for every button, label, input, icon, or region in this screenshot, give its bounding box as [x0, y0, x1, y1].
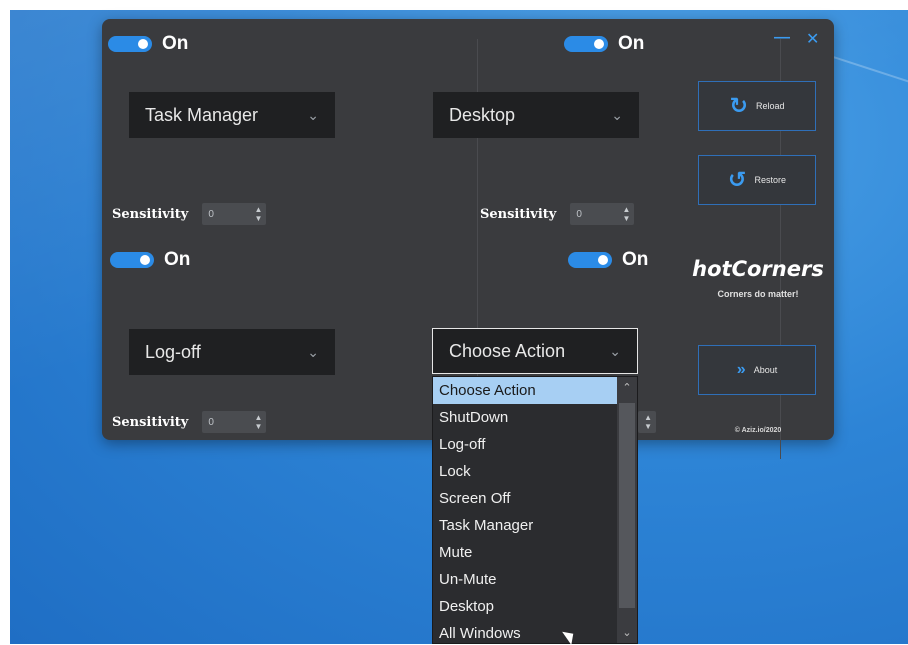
scrollbar-thumb[interactable]: [619, 403, 635, 608]
dropdown-value: Log-off: [145, 341, 201, 362]
toggle-bottom-left[interactable]: On: [110, 249, 190, 271]
dropdown-value: Desktop: [449, 104, 516, 125]
toggle-label: On: [622, 249, 649, 270]
list-item[interactable]: Mute: [433, 539, 617, 566]
restore-label: Restore: [754, 175, 786, 185]
switch-icon[interactable]: [568, 252, 612, 268]
minimize-button[interactable]: —: [774, 29, 790, 47]
switch-icon[interactable]: [564, 36, 608, 52]
copyright-text: © Aziz.io/2020: [734, 427, 782, 434]
action-dropdown-bottom-right[interactable]: Choose Action ⌄: [432, 328, 638, 374]
list-item[interactable]: Choose Action: [433, 377, 617, 404]
restore-button[interactable]: ↺ Restore: [698, 155, 816, 205]
dropdown-value: Choose Action: [449, 340, 566, 361]
close-button[interactable]: ✕: [806, 29, 819, 49]
stepper-value: 0: [208, 416, 214, 428]
chevron-down-icon[interactable]: ⌄: [617, 626, 637, 639]
switch-icon[interactable]: [110, 252, 154, 268]
action-dropdown-top-left[interactable]: Task Manager ⌄: [129, 92, 335, 138]
stepper-value: 0: [208, 208, 214, 220]
toggle-bottom-right[interactable]: On: [568, 249, 648, 271]
stepper-arrows-icon[interactable]: ▲ ▼: [254, 413, 262, 431]
app-title: hotCorners: [692, 257, 824, 281]
reload-button[interactable]: ↻ Reload: [698, 81, 816, 131]
list-item[interactable]: All Windows: [433, 620, 617, 643]
sensitivity-bottom-left: Sensitivity 0 ▲ ▼: [112, 411, 267, 433]
sensitivity-top-right: Sensitivity 0 ▲ ▼: [480, 203, 635, 225]
list-item[interactable]: Un-Mute: [433, 566, 617, 593]
sensitivity-label: Sensitivity: [112, 206, 189, 222]
sensitivity-label: Sensitivity: [480, 206, 557, 222]
sensitivity-stepper-partial[interactable]: ▲ ▼: [638, 411, 656, 433]
double-chevron-right-icon: »: [736, 361, 746, 378]
dropdown-value: Task Manager: [145, 104, 259, 125]
toggle-label: On: [618, 33, 645, 54]
chevron-down-icon: ⌄: [611, 106, 623, 123]
reload-icon: ↻: [729, 93, 748, 118]
chevron-down-icon: ⌄: [307, 106, 319, 123]
toggle-label: On: [164, 249, 191, 270]
stepper-arrows-icon[interactable]: ▲ ▼: [622, 205, 630, 223]
list-item[interactable]: Log-off: [433, 431, 617, 458]
stepper-value: 0: [576, 208, 582, 220]
switch-icon[interactable]: [108, 36, 152, 52]
chevron-down-icon: ⌄: [307, 343, 319, 360]
sensitivity-stepper[interactable]: 0 ▲ ▼: [570, 203, 635, 225]
action-dropdown-bottom-left[interactable]: Log-off ⌄: [129, 329, 335, 375]
list-item[interactable]: Screen Off: [433, 485, 617, 512]
about-label: About: [753, 365, 778, 375]
toggle-top-right[interactable]: On: [564, 33, 644, 55]
sensitivity-label: Sensitivity: [112, 414, 189, 430]
sensitivity-stepper[interactable]: 0 ▲ ▼: [202, 203, 267, 225]
chevron-down-icon: ⌄: [609, 342, 621, 359]
reload-label: Reload: [755, 101, 785, 111]
action-dropdown-top-right[interactable]: Desktop ⌄: [433, 92, 639, 138]
list-scrollbar[interactable]: ⌃ ⌄: [617, 377, 637, 643]
list-item[interactable]: ShutDown: [433, 404, 617, 431]
action-options-list[interactable]: Choose Action ShutDown Log-off Lock Scre…: [432, 376, 638, 644]
sensitivity-stepper[interactable]: 0 ▲ ▼: [202, 411, 267, 433]
about-button[interactable]: » About: [698, 345, 816, 395]
restore-icon: ↺: [728, 167, 747, 192]
chevron-up-icon[interactable]: ⌃: [617, 381, 637, 394]
stepper-arrows-icon[interactable]: ▲ ▼: [644, 413, 652, 431]
list-item[interactable]: Lock: [433, 458, 617, 485]
toggle-label: On: [162, 33, 189, 54]
stepper-arrows-icon[interactable]: ▲ ▼: [254, 205, 262, 223]
list-item[interactable]: Desktop: [433, 593, 617, 620]
toggle-top-left[interactable]: On: [108, 33, 188, 55]
app-tagline: Corners do matter!: [717, 289, 799, 299]
sensitivity-top-left: Sensitivity 0 ▲ ▼: [112, 203, 267, 225]
list-item[interactable]: Task Manager: [433, 512, 617, 539]
